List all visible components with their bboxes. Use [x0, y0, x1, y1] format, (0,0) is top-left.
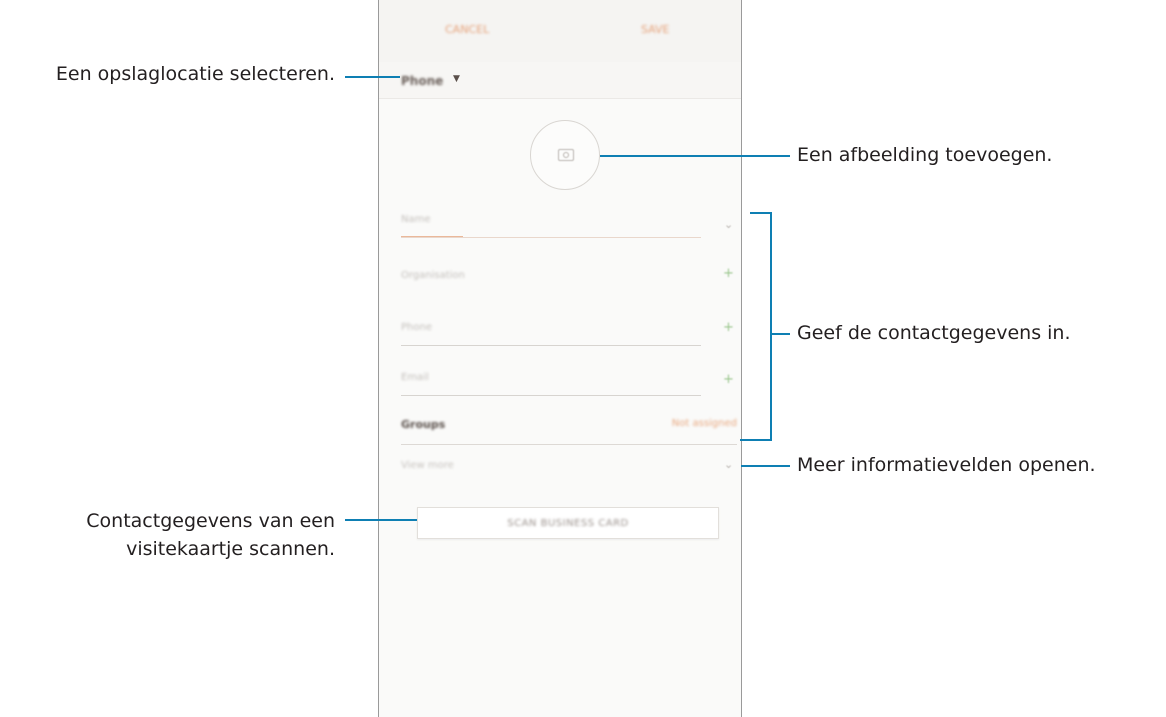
callout-contact-leader: [770, 333, 790, 335]
groups-label: Groups: [401, 418, 446, 431]
email-field[interactable]: Email: [401, 358, 701, 396]
chevron-down-icon[interactable]: ⌄: [724, 458, 733, 471]
top-action-bar: CANCEL SAVE: [379, 0, 741, 63]
phone-field[interactable]: Phone: [401, 308, 701, 346]
callout-more-leader: [741, 465, 790, 467]
callout-contact-bracket-vertical: [770, 212, 772, 441]
email-field-underline: [401, 395, 701, 396]
plus-icon[interactable]: +: [723, 266, 734, 281]
plus-icon[interactable]: +: [723, 320, 734, 335]
organisation-placeholder: Organisation: [401, 270, 465, 281]
callout-scan-line-1: Contactgegevens van een: [86, 510, 335, 532]
callout-contact-bracket-top: [750, 212, 772, 214]
callout-image-leader: [600, 155, 790, 157]
storage-location-label: Phone: [401, 74, 444, 88]
phone-screen: CANCEL SAVE Phone ▼ Name ⌄ Organisation …: [378, 0, 742, 717]
organisation-field[interactable]: Organisation: [401, 256, 701, 294]
phone-placeholder: Phone: [401, 322, 432, 333]
add-photo-button[interactable]: [530, 120, 600, 190]
save-button[interactable]: SAVE: [641, 23, 669, 36]
callout-storage-location: Een opslaglocatie selecteren.: [55, 63, 335, 85]
callout-scan-line-2: visitekaartje scannen.: [126, 538, 335, 560]
scan-business-card-label: SCAN BUSINESS CARD: [507, 518, 629, 529]
groups-value: Not assigned: [671, 418, 737, 429]
name-field-underline: [401, 237, 701, 238]
plus-icon[interactable]: +: [723, 372, 734, 387]
groups-row[interactable]: Groups Not assigned: [401, 412, 737, 445]
callout-contact-bracket-bottom: [740, 439, 772, 441]
scan-business-card-button[interactable]: SCAN BUSINESS CARD: [417, 507, 719, 539]
callout-storage-leader: [345, 76, 400, 78]
camera-icon: [558, 149, 574, 161]
chevron-down-icon[interactable]: ⌄: [724, 218, 733, 231]
callout-more-fields: Meer informatievelden openen.: [797, 454, 1096, 476]
cancel-button[interactable]: CANCEL: [445, 23, 489, 36]
name-placeholder: Name: [401, 214, 431, 225]
email-placeholder: Email: [401, 372, 429, 383]
name-field[interactable]: Name: [401, 200, 701, 238]
phone-field-underline: [401, 345, 701, 346]
callout-contact-info: Geef de contactgegevens in.: [797, 322, 1071, 344]
callout-scan-leader: [345, 519, 417, 521]
view-more-link[interactable]: View more: [401, 460, 454, 471]
caret-down-icon: ▼: [453, 74, 460, 84]
storage-location-selector[interactable]: Phone ▼: [379, 62, 741, 99]
callout-add-image: Een afbeelding toevoegen.: [797, 144, 1053, 166]
